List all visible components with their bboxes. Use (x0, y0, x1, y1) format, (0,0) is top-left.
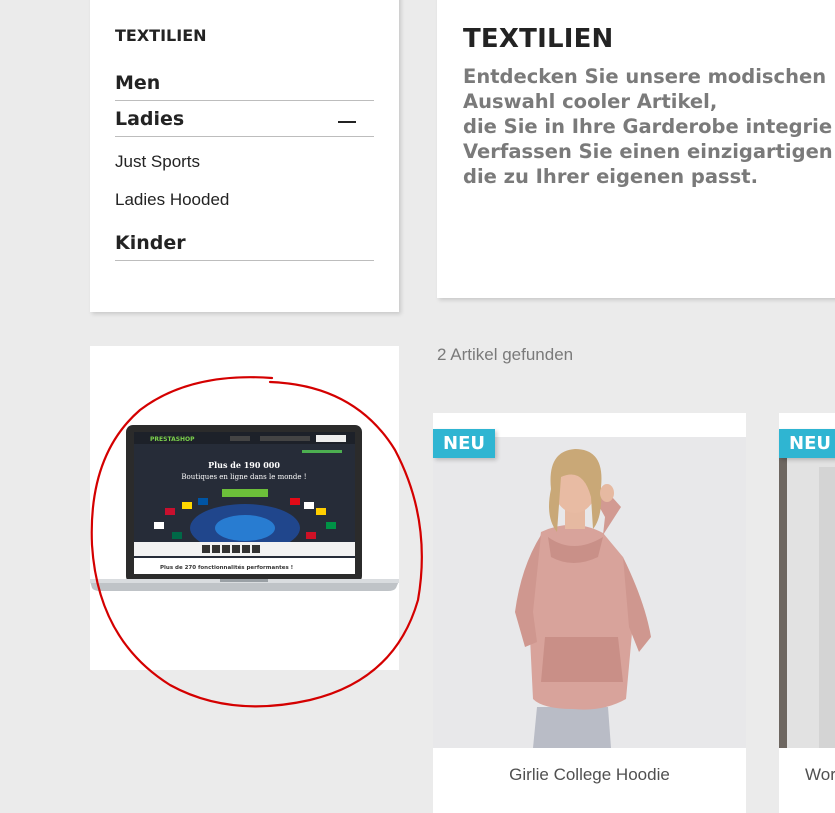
category-item-label: Men (115, 72, 161, 94)
product-image[interactable] (779, 437, 835, 748)
category-sidebar: TEXTILIEN Men Ladies Just Sports Ladies … (90, 0, 399, 312)
products-found-count: 2 Artikel gefunden (437, 345, 574, 364)
laptop-image: PRESTASHOP Plus de 190 000 Boutiques en … (90, 425, 399, 591)
description-line: die zu Ihrer eigenen passt. (463, 165, 758, 188)
description-line: Entdecken Sie unsere modischen (463, 65, 827, 88)
category-item-label: Ladies (115, 108, 185, 130)
product-photo (779, 437, 835, 748)
hoodie-model-image (433, 437, 746, 748)
category-item-men[interactable]: Men (115, 67, 374, 101)
category-item-ladies[interactable]: Ladies (115, 103, 374, 137)
screen-footer: Plus de 270 fonctionnalités performantes… (160, 564, 293, 571)
category-header: TEXTILIEN Entdecken Sie unsere modischen… (437, 0, 835, 298)
ad-banner[interactable]: PRESTASHOP Plus de 190 000 Boutiques en … (90, 346, 399, 670)
product-name[interactable]: Wor (805, 765, 835, 785)
subcategory-item-just-sports[interactable]: Just Sports (115, 152, 200, 172)
product-card[interactable]: NEU Wor (779, 413, 835, 813)
product-name[interactable]: Girlie College Hoodie (433, 765, 746, 785)
product-card[interactable]: NEU Girlie College Hoodie (433, 413, 746, 813)
category-item-label: Kinder (115, 232, 186, 254)
category-description: Entdecken Sie unsere modischen Auswahl c… (463, 64, 835, 189)
new-badge: NEU (433, 429, 495, 458)
screen-brand: PRESTASHOP (150, 436, 195, 443)
subcategory-item-ladies-hooded[interactable]: Ladies Hooded (115, 190, 229, 210)
category-title: TEXTILIEN (115, 26, 207, 45)
new-badge: NEU (779, 429, 835, 458)
page-title: TEXTILIEN (463, 24, 614, 54)
description-line: die Sie in Ihre Garderobe integrie (463, 115, 833, 138)
product-image[interactable] (433, 437, 746, 748)
category-item-kinder[interactable]: Kinder (115, 227, 374, 261)
description-line: Auswahl cooler Artikel, (463, 90, 718, 113)
minus-icon[interactable] (338, 121, 356, 123)
screen-headline: Plus de 190 000 (208, 460, 280, 470)
screen-headline: Boutiques en ligne dans le monde ! (181, 473, 306, 481)
description-line: Verfassen Sie einen einzigartigen (463, 140, 833, 163)
